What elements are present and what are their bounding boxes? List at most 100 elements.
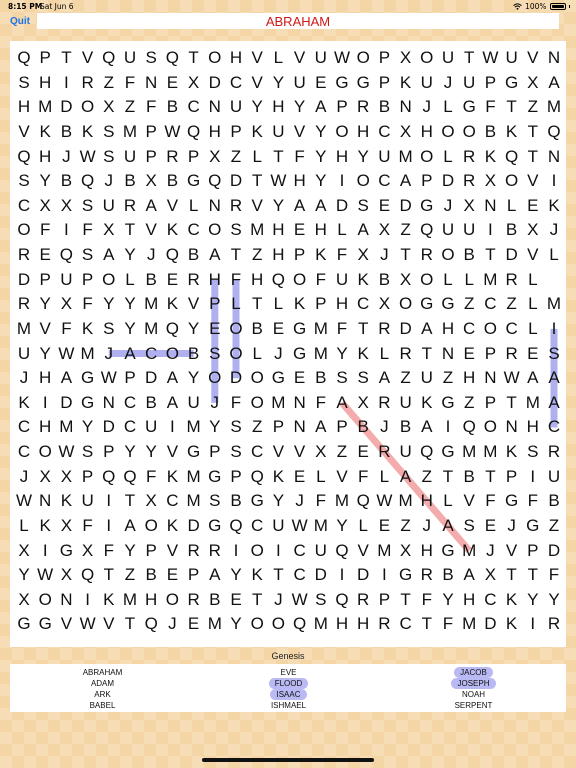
grid-cell[interactable]: G [437,440,459,464]
grid-cell[interactable]: F [479,489,501,513]
grid-cell[interactable]: C [183,218,205,242]
grid-cell[interactable]: I [522,612,544,636]
grid-cell[interactable]: X [395,539,417,563]
grid-cell[interactable]: R [352,95,374,119]
grid-cell[interactable]: N [34,489,56,513]
grid-cell[interactable]: I [522,465,544,489]
grid-cell[interactable]: O [204,366,226,390]
grid-cell[interactable]: W [161,120,183,144]
grid-cell[interactable]: Y [204,415,226,439]
grid-cell[interactable]: V [522,46,544,70]
grid-cell[interactable]: Y [225,563,247,587]
grid-cell[interactable]: H [331,292,353,316]
grid-cell[interactable]: R [416,243,438,267]
grid-cell[interactable]: L [310,465,332,489]
grid-cell[interactable]: Z [543,514,565,538]
grid-cell[interactable]: M [310,317,332,341]
grid-cell[interactable]: Y [267,71,289,95]
grid-cell[interactable]: X [373,292,395,316]
grid-cell[interactable]: P [331,95,353,119]
grid-cell[interactable]: P [204,440,226,464]
grid-cell[interactable]: Y [34,292,56,316]
grid-cell[interactable]: L [225,292,247,316]
grid-cell[interactable]: Y [119,292,141,316]
grid-cell[interactable]: H [331,612,353,636]
grid-cell[interactable]: J [416,95,438,119]
grid-cell[interactable]: Y [119,317,141,341]
grid-cell[interactable]: T [522,145,544,169]
grid-cell[interactable]: B [246,317,268,341]
grid-cell[interactable]: J [13,465,35,489]
grid-cell[interactable]: K [352,268,374,292]
grid-cell[interactable]: E [522,194,544,218]
grid-cell[interactable]: S [331,366,353,390]
grid-cell[interactable]: U [267,514,289,538]
grid-cell[interactable]: G [416,194,438,218]
grid-cell[interactable]: R [373,317,395,341]
grid-cell[interactable]: T [119,489,141,513]
grid-cell[interactable]: K [34,120,56,144]
grid-cell[interactable]: T [416,612,438,636]
grid-cell[interactable]: B [183,342,205,366]
grid-cell[interactable]: P [225,120,247,144]
grid-cell[interactable]: T [501,95,523,119]
grid-cell[interactable]: W [289,588,311,612]
grid-cell[interactable]: F [289,145,311,169]
grid-cell[interactable]: L [437,489,459,513]
grid-cell[interactable]: Y [246,95,268,119]
grid-cell[interactable]: B [373,268,395,292]
grid-cell[interactable]: P [479,71,501,95]
grid-cell[interactable]: P [373,46,395,70]
grid-cell[interactable]: T [437,465,459,489]
grid-cell[interactable]: P [479,391,501,415]
grid-cell[interactable]: U [501,46,523,70]
grid-cell[interactable]: P [77,465,99,489]
grid-cell[interactable]: M [543,95,565,119]
grid-cell[interactable]: N [479,194,501,218]
grid-cell[interactable]: C [395,612,417,636]
grid-cell[interactable]: H [416,120,438,144]
grid-cell[interactable]: D [437,169,459,193]
grid-cell[interactable]: L [13,514,35,538]
grid-cell[interactable]: C [161,489,183,513]
grid-cell[interactable]: C [13,194,35,218]
grid-cell[interactable]: J [501,514,523,538]
grid-cell[interactable]: R [204,539,226,563]
grid-cell[interactable]: A [395,465,417,489]
grid-cell[interactable]: Y [267,489,289,513]
grid-cell[interactable]: C [13,415,35,439]
grid-cell[interactable]: Z [98,71,120,95]
grid-cell[interactable]: O [331,120,353,144]
grid-cell[interactable]: C [352,292,374,316]
grid-cell[interactable]: X [55,292,77,316]
grid-cell[interactable]: X [522,218,544,242]
grid-cell[interactable]: T [522,563,544,587]
grid-cell[interactable]: B [140,391,162,415]
grid-cell[interactable]: Q [543,120,565,144]
grid-cell[interactable]: P [373,588,395,612]
grid-cell[interactable]: D [395,194,417,218]
grid-cell[interactable]: O [246,366,268,390]
grid-cell[interactable]: U [331,268,353,292]
grid-cell[interactable]: X [34,194,56,218]
grid-cell[interactable]: T [416,342,438,366]
grid-cell[interactable]: E [373,514,395,538]
grid-cell[interactable]: W [77,612,99,636]
grid-cell[interactable]: S [77,194,99,218]
grid-cell[interactable]: E [161,563,183,587]
grid-cell[interactable]: S [310,588,332,612]
grid-cell[interactable]: X [522,71,544,95]
grid-cell[interactable]: V [458,489,480,513]
grid-cell[interactable]: Y [34,169,56,193]
grid-cell[interactable]: B [55,120,77,144]
grid-cell[interactable]: V [289,440,311,464]
grid-cell[interactable]: U [55,268,77,292]
grid-cell[interactable]: F [352,465,374,489]
grid-cell[interactable]: Q [331,588,353,612]
grid-cell[interactable]: M [331,489,353,513]
grid-cell[interactable]: Z [416,465,438,489]
grid-cell[interactable]: A [395,169,417,193]
grid-cell[interactable]: K [161,514,183,538]
grid-cell[interactable]: N [289,415,311,439]
grid-cell[interactable]: Z [395,218,417,242]
